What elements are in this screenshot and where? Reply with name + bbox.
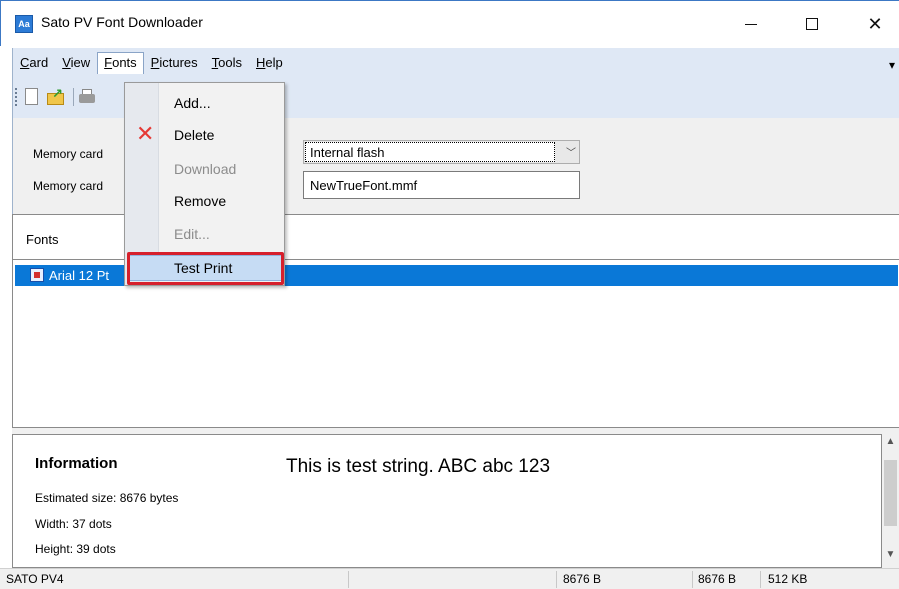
sample-text-preview: This is test string. ABC abc 123 <box>286 456 551 477</box>
menu-pictures[interactable]: Pictures <box>144 52 205 74</box>
information-pane: Information Estimated size: 8676 bytes W… <box>12 434 882 568</box>
open-arrow-icon: ↗ <box>52 86 63 101</box>
menu-item-delete[interactable]: ✕ Delete <box>125 120 284 150</box>
scroll-down-icon[interactable]: ▼ <box>882 549 899 566</box>
printer-icon <box>79 94 95 103</box>
menu-item-remove[interactable]: Remove <box>125 186 284 216</box>
red-x-icon: ✕ <box>136 121 155 146</box>
menu-tools[interactable]: Tools <box>205 52 249 74</box>
status-capacity: 512 KB <box>768 572 808 586</box>
file-name-field[interactable]: NewTrueFont.mmf <box>303 171 580 199</box>
open-folder-button[interactable]: ↗ <box>46 86 66 107</box>
font-item-label: Arial 12 Pt <box>49 268 109 283</box>
memory-card-type-label: Memory card <box>33 147 104 161</box>
toolbar: ↗ <box>13 84 101 110</box>
status-printer: SATO PV4 <box>6 572 64 586</box>
font-file-icon <box>30 268 44 282</box>
menu-card[interactable]: Card <box>13 52 55 74</box>
menu-help[interactable]: Help <box>249 52 290 74</box>
info-scrollbar[interactable]: ▲ ▼ <box>882 434 899 568</box>
scroll-thumb[interactable] <box>884 460 897 526</box>
menu-bar: Card View Fonts Pictures Tools Help <box>13 52 290 74</box>
font-width: Width: 37 dots <box>35 517 112 531</box>
scroll-up-icon[interactable]: ▲ <box>882 436 899 453</box>
information-title: Information <box>35 455 118 472</box>
minimize-icon <box>745 23 757 25</box>
close-icon: ✕ <box>867 14 883 34</box>
menu-fonts[interactable]: Fonts <box>97 52 144 74</box>
status-bar: SATO PV4 8676 B 8676 B 512 KB <box>0 568 899 589</box>
new-file-icon <box>25 88 38 105</box>
window-title: Sato PV Font Downloader <box>41 14 203 30</box>
app-icon: Aa <box>15 15 33 33</box>
status-divider <box>760 571 761 588</box>
status-divider <box>556 571 557 588</box>
annotation-highlight-box <box>127 252 284 285</box>
status-size-1: 8676 B <box>563 572 602 586</box>
memory-type-select[interactable]: Internal flash ﹀ <box>303 140 580 164</box>
memory-type-value: Internal flash <box>305 142 555 162</box>
status-divider <box>692 571 693 588</box>
title-bar: Aa Sato PV Font Downloader ✕ <box>0 0 899 46</box>
font-height: Height: 39 dots <box>35 542 116 556</box>
toolbar-grip[interactable] <box>15 88 18 106</box>
chevron-down-icon: ﹀ <box>566 148 576 159</box>
menu-item-add[interactable]: Add... <box>125 88 284 118</box>
maximize-icon <box>806 18 818 30</box>
minimize-button[interactable] <box>728 1 774 47</box>
print-button[interactable] <box>77 87 97 107</box>
menu-view[interactable]: View <box>55 52 97 74</box>
estimated-size: Estimated size: 8676 bytes <box>35 491 179 505</box>
status-size-2: 8676 B <box>698 572 737 586</box>
close-button[interactable]: ✕ <box>852 1 898 47</box>
new-file-button[interactable] <box>22 87 42 107</box>
menu-item-download: Download <box>174 161 237 177</box>
toolbar-separator <box>73 88 74 106</box>
fonts-header-label: Fonts <box>26 232 59 247</box>
memory-card-name-label: Memory card <box>33 179 104 193</box>
menu-overflow-icon[interactable]: ▾ <box>889 58 895 72</box>
menu-item-edit: Edit... <box>174 226 210 242</box>
status-divider <box>348 571 349 588</box>
maximize-button[interactable] <box>789 1 835 47</box>
